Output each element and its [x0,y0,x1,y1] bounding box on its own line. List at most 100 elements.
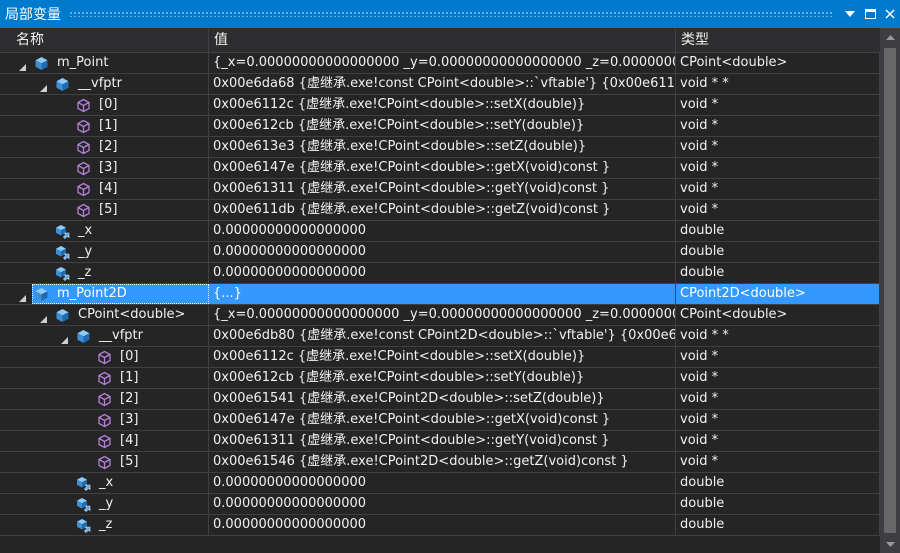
table-row[interactable]: _z 0.00000000000000000 double [0,515,880,536]
value-cell[interactable]: {_x=0.00000000000000000 _y=0.00000000000… [209,53,676,73]
type-cell: void * [676,368,880,388]
column-type[interactable]: 类型 [676,28,880,52]
table-row[interactable]: [3] 0x00e6147e {虚继承.exe!CPoint<double>::g… [0,158,880,179]
table-row[interactable]: [5] 0x00e611db {虚继承.exe!CPoint<double>::g… [0,200,880,221]
column-value[interactable]: 值 [209,28,676,52]
type-cell: void * * [676,326,880,346]
variable-name: [1] [120,370,139,385]
value-cell[interactable]: 0x00e612cb {虚继承.exe!CPoint<double>::setY… [209,116,676,136]
type-cell: void * * [676,74,880,94]
expand-arrow-icon[interactable] [60,332,69,344]
value-cell[interactable]: 0x00e613e3 {虚继承.exe!CPoint<double>::setZ… [209,137,676,157]
table-row[interactable]: [4] 0x00e61311 {虚继承.exe!CPoint<double>::g… [0,431,880,452]
table-row[interactable]: [5] 0x00e61546 {虚继承.exe!CPoint2D<double>:… [0,452,880,473]
table-row[interactable]: m_Point2D {...} CPoint2D<double> [0,284,880,305]
table-row[interactable]: _x 0.00000000000000000 double [0,221,880,242]
type-cell: CPoint2D<double> [676,284,880,304]
table-row[interactable]: [2] 0x00e61541 {虚继承.exe!CPoint2D<double>:… [0,389,880,410]
title-bar: 局部变量 [0,0,900,28]
table-row[interactable]: m_Point {_x=0.00000000000000000 _y=0.0000… [0,53,880,74]
table-row[interactable]: __vfptr 0x00e6da68 {虚继承.exe!const CPoint<… [0,74,880,95]
table-row[interactable]: _z 0.00000000000000000 double [0,263,880,284]
table-row[interactable]: _y 0.00000000000000000 double [0,242,880,263]
table-row[interactable]: __vfptr 0x00e6db80 {虚继承.exe!const CPoint2… [0,326,880,347]
value-cell[interactable]: 0.00000000000000000 [209,221,676,241]
field-icon [34,287,49,302]
field-icon [76,329,91,344]
column-name[interactable]: 名称 [0,28,209,52]
value-cell[interactable]: 0x00e6147e {虚继承.exe!CPoint<double>::getX… [209,410,676,430]
value-cell[interactable]: 0.00000000000000000 [209,263,676,283]
protected-field-icon [55,266,70,281]
variable-name: [4] [99,181,118,196]
table-row[interactable]: [0] 0x00e6112c {虚继承.exe!CPoint<double>::s… [0,95,880,116]
method-icon [97,413,112,428]
scroll-up-icon[interactable] [880,28,900,46]
value-cell[interactable]: 0.00000000000000000 [209,242,676,262]
value-cell[interactable]: 0x00e61541 {虚继承.exe!CPoint2D<double>::se… [209,389,676,409]
variable-name: [1] [99,118,118,133]
type-cell: double [676,494,880,514]
variable-name: _z [78,265,92,280]
variable-name: [3] [99,160,118,175]
protected-field-icon [76,476,91,491]
value-cell[interactable]: 0x00e6112c {虚继承.exe!CPoint<double>::setX… [209,347,676,367]
type-cell: void * [676,137,880,157]
variable-name: [5] [120,454,139,469]
name-cell: CPoint<double> [0,305,209,325]
type-cell: void * [676,200,880,220]
drag-grip[interactable] [69,11,832,17]
value-cell[interactable]: 0x00e6147e {虚继承.exe!CPoint<double>::getX… [209,158,676,178]
method-icon [97,371,112,386]
method-icon [97,434,112,449]
variable-name: m_Point2D [57,286,127,301]
close-icon[interactable] [880,4,900,24]
table-row[interactable]: CPoint<double> {_x=0.00000000000000000 _y… [0,305,880,326]
value-cell[interactable]: 0x00e61311 {虚继承.exe!CPoint<double>::getY… [209,431,676,451]
name-cell: m_Point [0,53,209,73]
scroll-down-icon[interactable] [880,535,900,553]
column-header: 名称 值 类型 [0,28,880,53]
protected-field-icon [55,224,70,239]
table-row[interactable]: [0] 0x00e6112c {虚继承.exe!CPoint<double>::s… [0,347,880,368]
vertical-scrollbar[interactable] [880,28,900,553]
variable-name: CPoint<double> [78,307,186,322]
expand-arrow-icon[interactable] [18,59,27,71]
table-row[interactable]: [3] 0x00e6147e {虚继承.exe!CPoint<double>::g… [0,410,880,431]
dropdown-icon[interactable] [840,4,860,24]
name-cell: _z [0,515,209,535]
expand-arrow-icon[interactable] [39,80,48,92]
value-cell[interactable]: 0x00e6db80 {虚继承.exe!const CPoint2D<doubl… [209,326,676,346]
value-cell[interactable]: 0x00e61311 {虚继承.exe!CPoint<double>::getY… [209,179,676,199]
expand-arrow-icon[interactable] [18,290,27,302]
table-row[interactable]: [1] 0x00e612cb {虚继承.exe!CPoint<double>::s… [0,368,880,389]
name-cell: [3] [0,158,209,178]
value-cell[interactable]: {_x=0.00000000000000000 _y=0.00000000000… [209,305,676,325]
maximize-icon[interactable] [860,4,880,24]
value-cell[interactable]: 0x00e611db {虚继承.exe!CPoint<double>::getZ… [209,200,676,220]
value-cell[interactable]: 0x00e61546 {虚继承.exe!CPoint2D<double>::ge… [209,452,676,472]
value-cell[interactable]: 0x00e6da68 {虚继承.exe!const CPoint<double>… [209,74,676,94]
variable-name: _x [78,223,93,238]
table-row[interactable]: [2] 0x00e613e3 {虚继承.exe!CPoint<double>::s… [0,137,880,158]
table-row[interactable]: [1] 0x00e612cb {虚继承.exe!CPoint<double>::s… [0,116,880,137]
value-cell[interactable]: 0.00000000000000000 [209,494,676,514]
type-cell: double [676,242,880,262]
method-icon [76,203,91,218]
table-row[interactable]: _y 0.00000000000000000 double [0,494,880,515]
method-icon [76,140,91,155]
name-cell: __vfptr [0,74,209,94]
type-cell: void * [676,410,880,430]
table-row[interactable]: [4] 0x00e61311 {虚继承.exe!CPoint<double>::g… [0,179,880,200]
value-cell[interactable]: 0.00000000000000000 [209,515,676,535]
table-row[interactable]: _x 0.00000000000000000 double [0,473,880,494]
value-cell[interactable]: {...} [209,284,676,304]
expand-arrow-icon[interactable] [39,311,48,323]
value-cell[interactable]: 0.00000000000000000 [209,473,676,493]
variable-name: _x [99,475,114,490]
value-cell[interactable]: 0x00e612cb {虚继承.exe!CPoint<double>::setY… [209,368,676,388]
name-cell: [5] [0,200,209,220]
variable-name: [2] [99,139,118,154]
scroll-thumb[interactable] [884,48,896,533]
value-cell[interactable]: 0x00e6112c {虚继承.exe!CPoint<double>::setX… [209,95,676,115]
